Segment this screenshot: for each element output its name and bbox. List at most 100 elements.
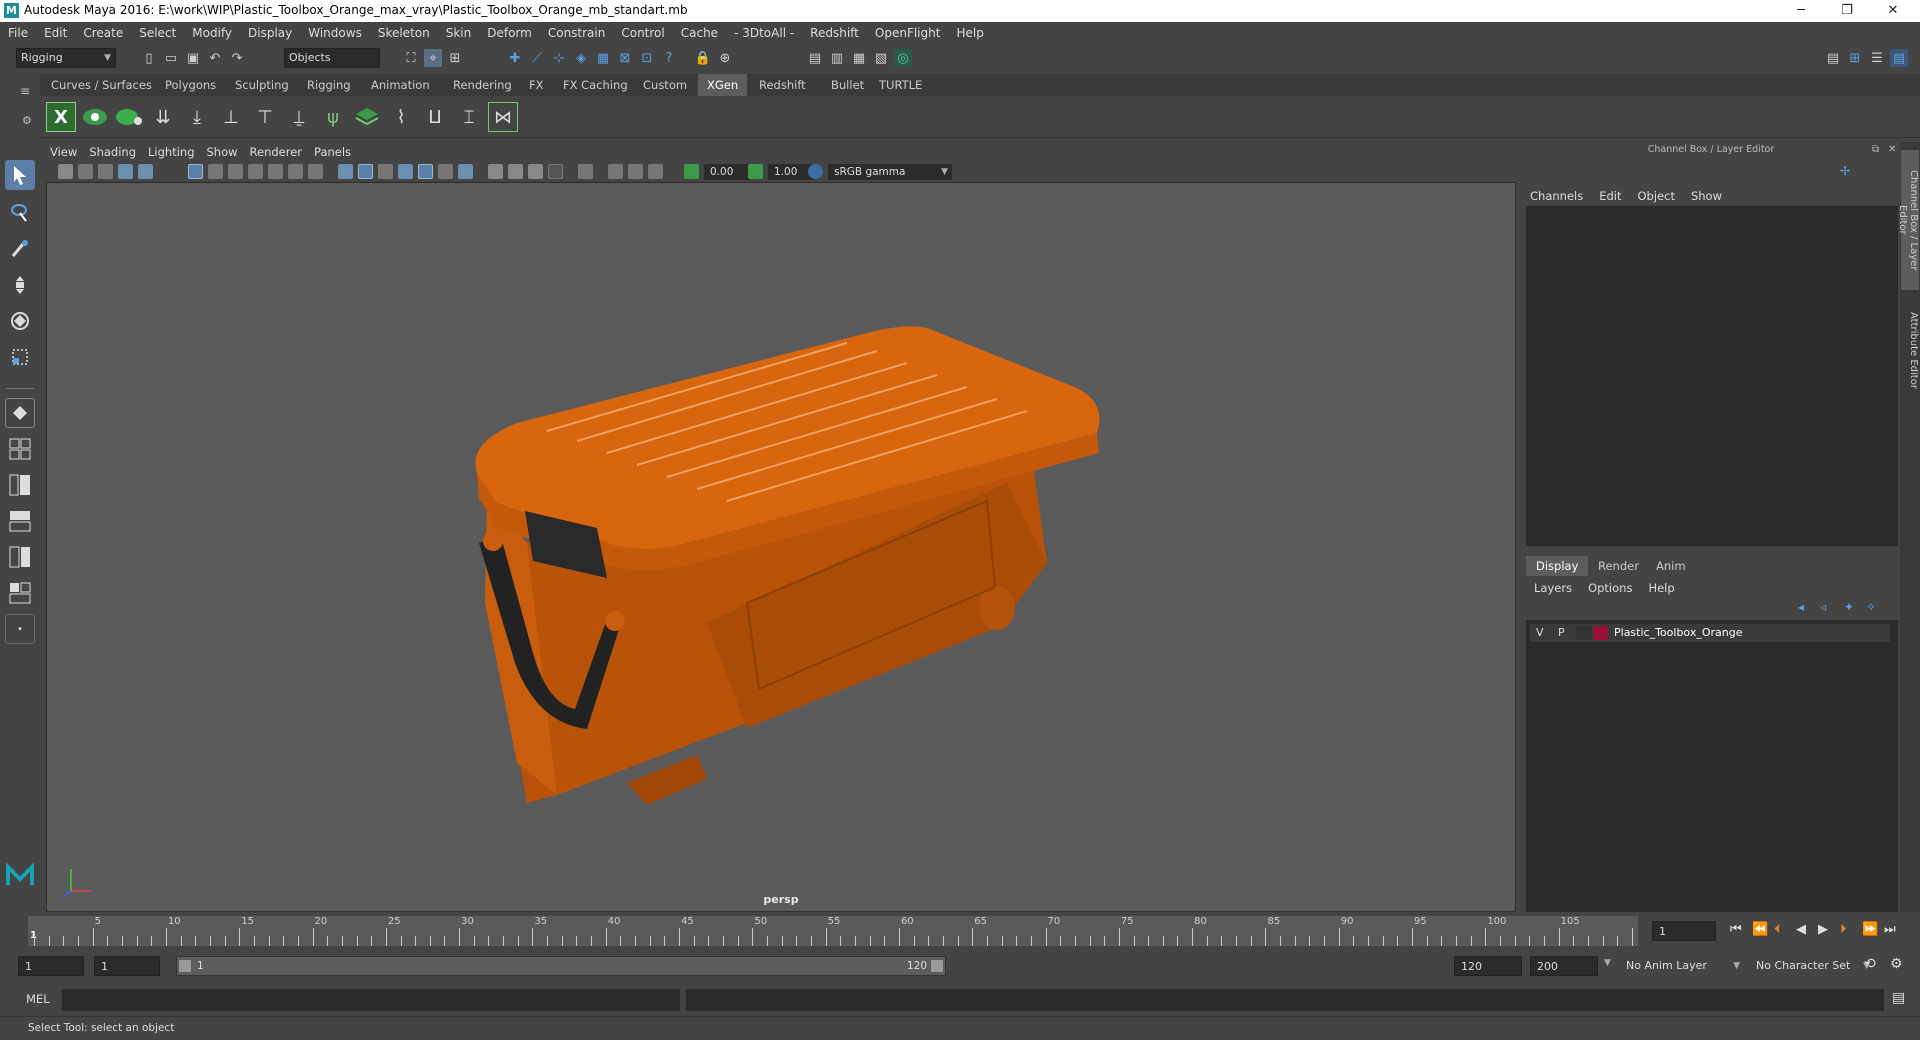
- close-panel-icon[interactable]: ✕: [1888, 144, 1896, 155]
- layer-menu-help[interactable]: Help: [1640, 578, 1682, 598]
- snap-view-icon[interactable]: ◈: [572, 49, 590, 67]
- color-management-icon[interactable]: [808, 164, 823, 179]
- undo-icon[interactable]: ↶: [206, 49, 224, 67]
- time-slider[interactable]: 1510152025303540455055606570758085909510…: [24, 916, 1644, 946]
- xgen-grass-icon[interactable]: ψ: [318, 102, 348, 132]
- channel-box-menu-channels[interactable]: Channels: [1522, 186, 1591, 206]
- xgen-lock-guides-icon[interactable]: ⍊: [284, 102, 314, 132]
- safe-title-icon[interactable]: [308, 164, 323, 179]
- side-tab-channel-box[interactable]: Channel Box / Layer Editor: [1897, 150, 1919, 290]
- channel-box-menu-show[interactable]: Show: [1683, 186, 1730, 206]
- anim-layer-dropdown[interactable]: No Anim Layer ▼: [1620, 956, 1744, 976]
- end-time-field[interactable]: 200: [1530, 956, 1598, 976]
- tab-render[interactable]: Render: [1588, 556, 1649, 576]
- side-tab-attribute-editor[interactable]: Attribute Editor: [1901, 300, 1919, 400]
- shelf-tab-rendering[interactable]: Rendering: [444, 74, 521, 96]
- wireframe-on-shaded-icon[interactable]: [398, 164, 413, 179]
- redo-icon[interactable]: ↷: [228, 49, 246, 67]
- resolution-gate-icon[interactable]: [228, 164, 243, 179]
- persp-hypershade-layout-icon[interactable]: [5, 542, 35, 572]
- menu-3dtoall[interactable]: - 3DtoAll -: [726, 22, 802, 44]
- paint-select-tool-icon[interactable]: [5, 234, 35, 264]
- persp-graph-layout-icon[interactable]: [5, 506, 35, 536]
- xgen-sculpt-guides-icon[interactable]: ⤓: [182, 102, 212, 132]
- menu-openflight[interactable]: OpenFlight: [867, 22, 949, 44]
- frame-all-icon[interactable]: [608, 164, 623, 179]
- channel-box-menu-edit[interactable]: Edit: [1591, 186, 1629, 206]
- range-bar[interactable]: 1 120: [176, 956, 946, 976]
- shelf-tab-redshift[interactable]: Redshift: [750, 74, 815, 96]
- open-scene-icon[interactable]: ▭: [162, 49, 180, 67]
- xgen-description-icon[interactable]: [114, 102, 144, 132]
- xgen-convert-icon[interactable]: ⋈: [488, 102, 518, 132]
- play-backward-icon[interactable]: ◀: [1796, 922, 1806, 937]
- float-panel-icon[interactable]: ⧉: [1872, 144, 1879, 155]
- wireframe-icon[interactable]: [338, 164, 353, 179]
- close-button[interactable]: ✕: [1870, 0, 1916, 22]
- step-forward-key-icon[interactable]: ⏩: [1862, 922, 1878, 937]
- viewport-menu-view[interactable]: View: [44, 142, 83, 162]
- menu-skin[interactable]: Skin: [438, 22, 480, 44]
- move-layer-up-icon[interactable]: ◂: [1798, 600, 1804, 614]
- exposure-field[interactable]: 0.00: [704, 164, 750, 180]
- xray-joints-icon[interactable]: [508, 164, 523, 179]
- select-component-icon[interactable]: ⊞: [446, 49, 464, 67]
- snap-edge-icon[interactable]: ⊠: [616, 49, 634, 67]
- chevron-down-icon[interactable]: ▼: [1604, 958, 1611, 968]
- xgen-guide-length-icon[interactable]: ⊤: [250, 102, 280, 132]
- xgen-groom-icon[interactable]: ⌇: [386, 102, 416, 132]
- bookmark-icon[interactable]: [98, 164, 113, 179]
- xgen-layers-icon[interactable]: [352, 102, 382, 132]
- gate-mask-icon[interactable]: [248, 164, 263, 179]
- script-editor-icon[interactable]: ▤: [1892, 990, 1905, 1006]
- default-material-icon[interactable]: [378, 164, 393, 179]
- layer-row[interactable]: V P Plastic_Toolbox_Orange: [1530, 624, 1890, 642]
- menu-set-dropdown[interactable]: Rigging ▼: [16, 48, 116, 68]
- shelf-tab-custom[interactable]: Custom: [634, 74, 696, 96]
- camera-attributes-icon[interactable]: [78, 164, 93, 179]
- smooth-shade-icon[interactable]: [358, 164, 373, 179]
- shelf-tab-fx[interactable]: FX: [520, 74, 553, 96]
- go-to-start-icon[interactable]: ⏮: [1730, 922, 1742, 937]
- four-view-layout-icon[interactable]: [5, 434, 35, 464]
- playback-end-field[interactable]: 120: [1454, 956, 1522, 976]
- viewport-menu-lighting[interactable]: Lighting: [142, 142, 200, 162]
- range-start-handle[interactable]: [179, 960, 191, 972]
- start-time-field[interactable]: 1: [18, 956, 84, 976]
- new-scene-icon[interactable]: ▯: [140, 49, 158, 67]
- camera-select-icon[interactable]: [58, 164, 73, 179]
- command-language-label[interactable]: MEL: [26, 992, 50, 1006]
- new-layer-icon[interactable]: ✦: [1844, 600, 1854, 614]
- shelf-settings-icon[interactable]: ⚙: [22, 114, 32, 127]
- menu-skeleton[interactable]: Skeleton: [370, 22, 438, 44]
- hypershade-icon[interactable]: ◎: [894, 49, 912, 67]
- shelf-tab-curves-surfaces[interactable]: Curves / Surfaces: [42, 74, 161, 96]
- channel-box-area[interactable]: [1526, 206, 1898, 546]
- menu-windows[interactable]: Windows: [300, 22, 370, 44]
- frame-selected-icon[interactable]: [628, 164, 643, 179]
- step-back-key-icon[interactable]: ⏪: [1752, 922, 1768, 937]
- selection-mode-dropdown[interactable]: Objects: [284, 48, 380, 68]
- xgen-add-guide-icon[interactable]: ⊥: [216, 102, 246, 132]
- render-current-icon[interactable]: ▥: [828, 49, 846, 67]
- custom-layout-icon[interactable]: •: [5, 614, 35, 644]
- xgen-preview-icon[interactable]: [80, 102, 110, 132]
- shelf-tab-bullet[interactable]: Bullet: [822, 74, 873, 96]
- select-hierarchy-icon[interactable]: ⛶: [402, 49, 420, 67]
- snap-surface-icon[interactable]: ▦: [594, 49, 612, 67]
- menu-cache[interactable]: Cache: [673, 22, 726, 44]
- layer-menu-options[interactable]: Options: [1580, 578, 1640, 598]
- tab-anim[interactable]: Anim: [1646, 556, 1696, 576]
- color-space-dropdown[interactable]: sRGB gamma ▼: [828, 164, 952, 180]
- shelf-tab-polygons[interactable]: Polygons: [156, 74, 225, 96]
- menu-constrain[interactable]: Constrain: [540, 22, 614, 44]
- snap-point-icon[interactable]: ⊹: [550, 49, 568, 67]
- safe-action-icon[interactable]: [288, 164, 303, 179]
- render-view-icon[interactable]: ▤: [806, 49, 824, 67]
- shelf-tab-xgen[interactable]: XGen: [698, 74, 748, 96]
- single-perspective-layout-icon[interactable]: [5, 398, 35, 428]
- select-object-icon[interactable]: ⌖: [424, 49, 442, 67]
- shelf-tab-turtle[interactable]: TURTLE: [870, 74, 931, 96]
- step-forward-frame-icon[interactable]: ⏵: [1840, 922, 1847, 937]
- gamma-icon[interactable]: [748, 164, 763, 179]
